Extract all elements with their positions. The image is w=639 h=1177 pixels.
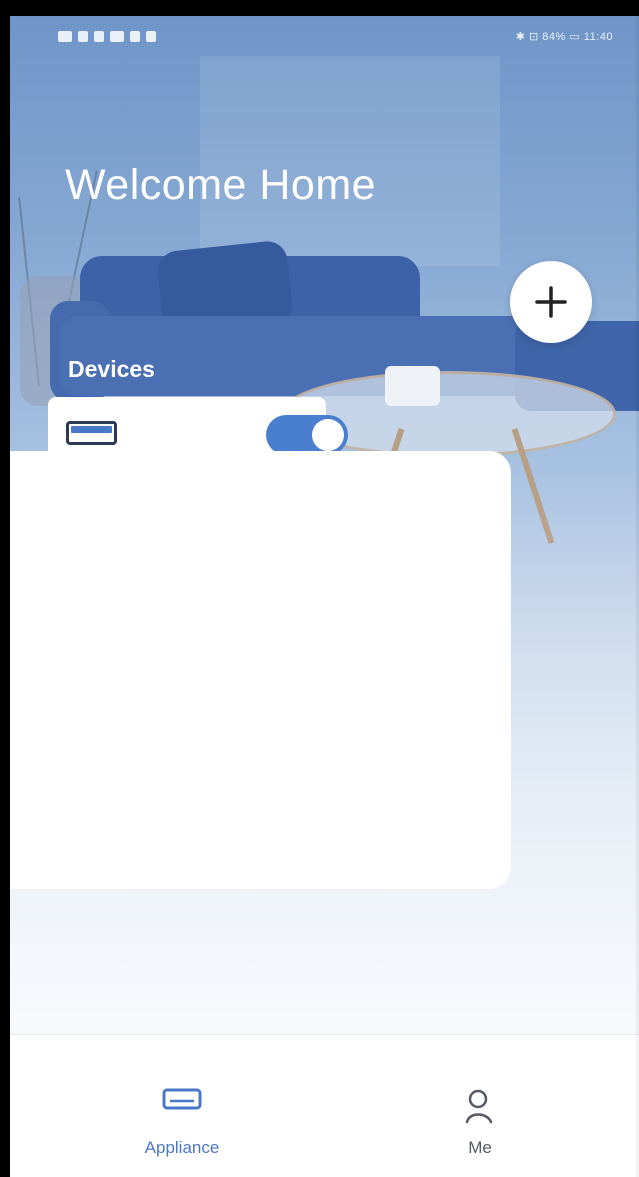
screenshot-icon <box>130 31 140 42</box>
signal-icon <box>78 31 88 42</box>
bottom-nav: Appliance Me <box>10 1034 639 1177</box>
overlay-panel <box>10 451 511 889</box>
person-icon <box>465 1089 493 1124</box>
air-conditioner-icon <box>66 421 117 445</box>
nav-label-appliance: Appliance <box>144 1138 220 1157</box>
air-conditioner-icon <box>162 1088 202 1110</box>
status-bar-right: ✱ ⊡ 84% ▭ 11:40 <box>515 31 613 43</box>
status-bar-left-icons <box>58 31 156 42</box>
table-object <box>385 366 440 406</box>
toggle-knob <box>312 419 344 451</box>
nav-item-appliance[interactable]: Appliance <box>92 1035 272 1177</box>
app-screen: ✱ ⊡ 84% ▭ 11:40 Welcome Home Devices App… <box>10 16 639 1177</box>
usb-icon <box>146 31 156 42</box>
notification-icon <box>58 31 72 42</box>
nfc-icon <box>110 31 124 42</box>
phone-frame: ✱ ⊡ 84% ▭ 11:40 Welcome Home Devices App… <box>0 0 639 1177</box>
devices-section-title: Devices <box>68 356 155 382</box>
nav-label-me: Me <box>468 1138 492 1157</box>
page-title: Welcome Home <box>65 161 377 209</box>
nav-item-me[interactable]: Me <box>390 1035 570 1177</box>
add-device-button[interactable] <box>510 261 592 343</box>
plus-icon <box>535 286 567 318</box>
device-power-toggle[interactable] <box>266 415 348 455</box>
wifi-icon <box>94 31 104 42</box>
status-bar: ✱ ⊡ 84% ▭ 11:40 <box>10 16 639 56</box>
